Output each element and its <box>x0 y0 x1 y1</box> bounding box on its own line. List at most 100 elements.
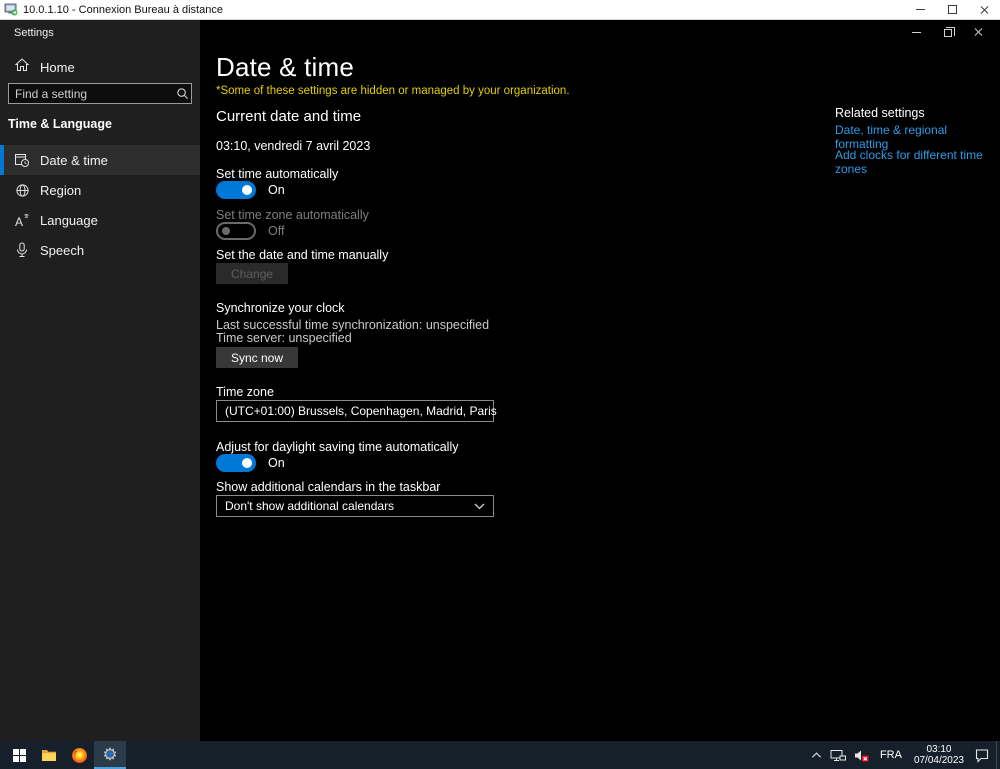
toggle-knob <box>242 458 252 468</box>
settings-sidebar: Settings Home Time & Langua <box>0 20 200 741</box>
time-zone-value: (UTC+01:00) Brussels, Copenhagen, Madrid… <box>225 404 497 418</box>
maximize-icon <box>948 5 957 14</box>
set-time-label: Set time automatically <box>216 167 338 181</box>
set-timezone-toggle[interactable] <box>216 222 256 240</box>
taskbar: ⚙ <box>0 741 1000 769</box>
sidebar-nav-list: Date & time Region A <box>0 145 200 265</box>
volume-muted-tray-icon[interactable] <box>850 741 874 769</box>
sidebar-item-label: Region <box>40 183 81 198</box>
sidebar-item-label: Date & time <box>40 153 108 168</box>
language-icon: A <box>14 213 30 228</box>
toggle-state-label: On <box>268 456 285 470</box>
settings-window: Settings Home Time & Langua <box>0 20 1000 741</box>
screen: 10.0.1.10 - Connexion Bureau à distance … <box>0 0 1000 769</box>
sidebar-item-speech[interactable]: Speech <box>0 235 200 265</box>
toggle-state-label: Off <box>268 224 284 238</box>
show-hidden-icons-button[interactable] <box>807 741 826 769</box>
gear-icon: ⚙ <box>102 746 117 763</box>
sync-server-line: Time server: unspecified <box>216 331 352 345</box>
manual-date-time-label: Set the date and time manually <box>216 248 388 262</box>
additional-calendars-label: Show additional calendars in the taskbar <box>216 480 440 494</box>
home-icon <box>14 57 30 77</box>
network-icon <box>830 749 846 762</box>
related-link-regional-formatting[interactable]: Date, time & regional formatting <box>835 123 1000 151</box>
page-title: Date & time <box>216 52 354 83</box>
settings-main-pane: Date & time *Some of these settings are … <box>200 20 1000 741</box>
sync-now-button[interactable]: Sync now <box>216 347 298 368</box>
minimize-icon <box>916 9 925 10</box>
speaker-muted-icon <box>854 749 870 762</box>
additional-calendars-value: Don't show additional calendars <box>225 499 394 513</box>
current-date-time-heading: Current date and time <box>216 108 361 125</box>
dst-label: Adjust for daylight saving time automati… <box>216 440 458 454</box>
firefox-icon <box>71 747 88 764</box>
related-link-add-clocks[interactable]: Add clocks for different time zones <box>835 148 1000 176</box>
rdp-connection-icon <box>4 3 18 16</box>
dst-toggle-row: On <box>216 454 285 472</box>
taskbar-file-explorer[interactable] <box>34 741 64 769</box>
sidebar-item-label: Language <box>40 213 98 228</box>
search-input[interactable] <box>9 87 176 101</box>
chevron-up-icon <box>811 751 822 759</box>
rdp-maximize-button[interactable] <box>936 0 968 19</box>
show-desktop-button[interactable] <box>996 741 1000 769</box>
network-tray-icon[interactable] <box>826 741 850 769</box>
rdp-close-button[interactable] <box>968 0 1000 19</box>
restore-icon <box>944 29 952 37</box>
minimize-icon <box>912 32 921 33</box>
close-icon <box>974 27 984 37</box>
current-date-time-value: 03:10, vendredi 7 avril 2023 <box>216 139 370 153</box>
clock-date: 07/04/2023 <box>914 755 964 766</box>
settings-app-title: Settings <box>14 27 54 39</box>
toggle-knob <box>242 185 252 195</box>
settings-window-controls <box>901 22 994 42</box>
sidebar-item-home[interactable]: Home <box>0 54 200 80</box>
sidebar-item-language[interactable]: A Language <box>0 205 200 235</box>
sidebar-item-region[interactable]: Region <box>0 175 200 205</box>
set-timezone-label: Set time zone automatically <box>216 208 369 222</box>
clock-time: 03:10 <box>926 744 951 755</box>
set-time-toggle[interactable] <box>216 181 256 199</box>
sidebar-item-date-time[interactable]: Date & time <box>0 145 200 175</box>
region-globe-icon <box>14 183 30 198</box>
svg-text:A: A <box>15 215 23 228</box>
sidebar-item-label: Speech <box>40 243 84 258</box>
time-zone-select[interactable]: (UTC+01:00) Brussels, Copenhagen, Madrid… <box>216 400 494 422</box>
sidebar-item-label: Home <box>40 60 75 75</box>
settings-minimize-button[interactable] <box>901 22 932 42</box>
language-indicator[interactable]: FRA <box>874 741 908 769</box>
start-button[interactable] <box>4 741 34 769</box>
windows-logo-icon <box>13 749 26 762</box>
taskbar-firefox[interactable] <box>64 741 94 769</box>
folder-icon <box>41 748 57 762</box>
set-timezone-toggle-row: Off <box>216 222 284 240</box>
settings-restore-button[interactable] <box>932 22 963 42</box>
action-center-icon <box>974 748 990 763</box>
sidebar-section-heading: Time & Language <box>8 117 112 131</box>
search-icon[interactable] <box>176 87 189 100</box>
action-center-button[interactable] <box>970 741 994 769</box>
close-icon <box>979 5 989 15</box>
time-zone-label: Time zone <box>216 385 274 399</box>
rdp-window-title: 10.0.1.10 - Connexion Bureau à distance <box>23 4 223 16</box>
taskbar-clock[interactable]: 03:10 07/04/2023 <box>908 741 970 769</box>
chevron-down-icon <box>474 503 485 510</box>
org-managed-notice: *Some of these settings are hidden or ma… <box>216 85 570 97</box>
dst-toggle[interactable] <box>216 454 256 472</box>
selected-indicator <box>0 145 4 175</box>
date-time-icon <box>14 152 30 168</box>
microphone-icon <box>14 242 30 258</box>
toggle-state-label: On <box>268 183 285 197</box>
system-tray: FRA 03:10 07/04/2023 <box>807 741 1000 769</box>
search-box <box>8 83 192 104</box>
rdp-minimize-button[interactable] <box>904 0 936 19</box>
change-button[interactable]: Change <box>216 263 288 284</box>
additional-calendars-select[interactable]: Don't show additional calendars <box>216 495 494 517</box>
settings-close-button[interactable] <box>963 22 994 42</box>
rdp-window-controls <box>904 0 1000 19</box>
taskbar-settings-active[interactable]: ⚙ <box>94 741 126 769</box>
sync-last-line: Last successful time synchronization: un… <box>216 318 489 332</box>
related-settings-heading: Related settings <box>835 106 925 120</box>
toggle-knob <box>222 227 230 235</box>
rdp-titlebar: 10.0.1.10 - Connexion Bureau à distance <box>0 0 1000 20</box>
